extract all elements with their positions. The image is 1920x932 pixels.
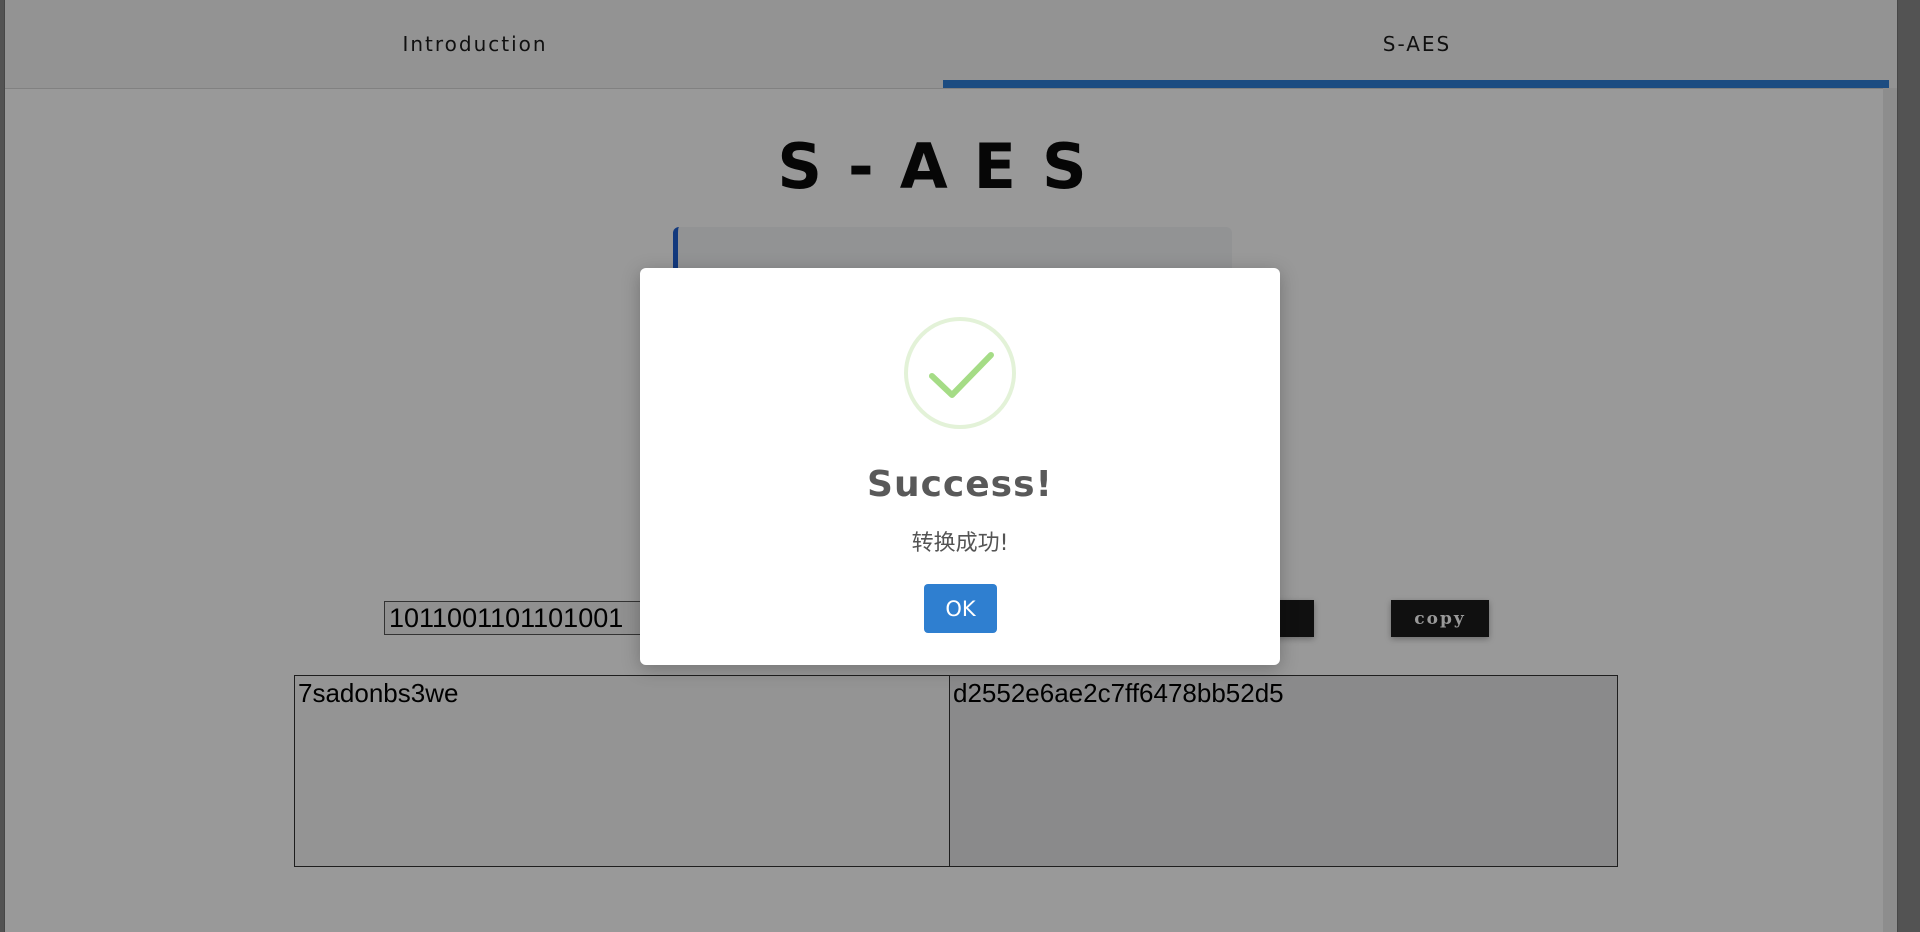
success-dialog: Success! 转换成功! OK — [640, 268, 1280, 665]
dialog-message: 转换成功! — [911, 531, 1009, 556]
check-icon — [904, 317, 1016, 429]
dialog-title: Success! — [867, 464, 1053, 505]
ok-button[interactable]: OK — [924, 584, 997, 633]
